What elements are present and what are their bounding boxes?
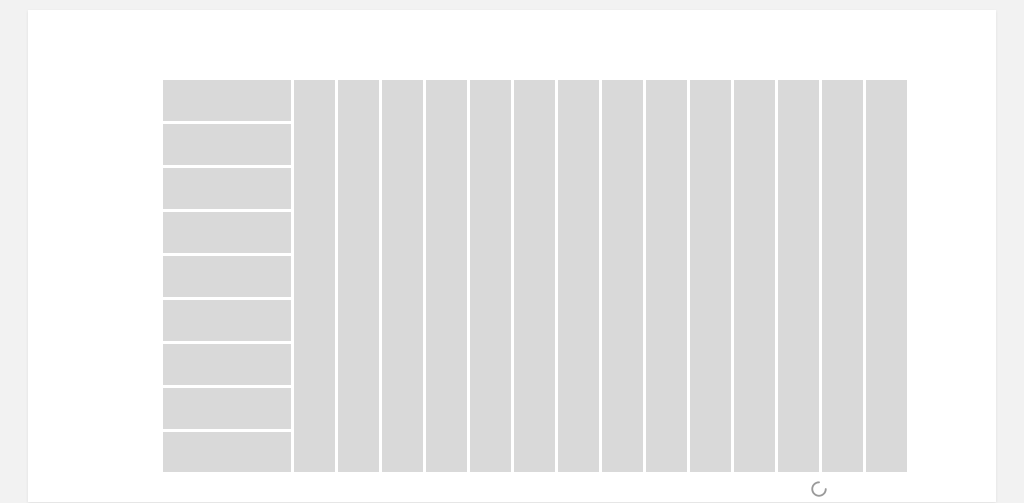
skeleton-column xyxy=(778,80,819,472)
skeleton-column xyxy=(338,80,379,472)
skeleton-column xyxy=(602,80,643,472)
skeleton-column xyxy=(514,80,555,472)
skeleton-column xyxy=(558,80,599,472)
skeleton-column xyxy=(646,80,687,472)
skeleton-row xyxy=(163,124,291,165)
skeleton-row-headers xyxy=(163,80,291,472)
skeleton-column xyxy=(690,80,731,472)
skeleton-column xyxy=(734,80,775,472)
skeleton-column xyxy=(822,80,863,472)
skeleton-column xyxy=(470,80,511,472)
skeleton-column xyxy=(866,80,907,472)
loading-spinner-icon xyxy=(810,480,828,498)
skeleton-column xyxy=(426,80,467,472)
skeleton-row xyxy=(163,300,291,341)
skeleton-row xyxy=(163,80,291,121)
skeleton-row xyxy=(163,168,291,209)
skeleton-columns xyxy=(294,80,907,472)
skeleton-row xyxy=(163,388,291,429)
skeleton-row xyxy=(163,256,291,297)
skeleton-row xyxy=(163,212,291,253)
skeleton-row xyxy=(163,344,291,385)
content-card xyxy=(28,10,996,502)
skeleton-loader xyxy=(163,80,907,472)
skeleton-column xyxy=(382,80,423,472)
skeleton-column xyxy=(294,80,335,472)
skeleton-row xyxy=(163,432,291,472)
